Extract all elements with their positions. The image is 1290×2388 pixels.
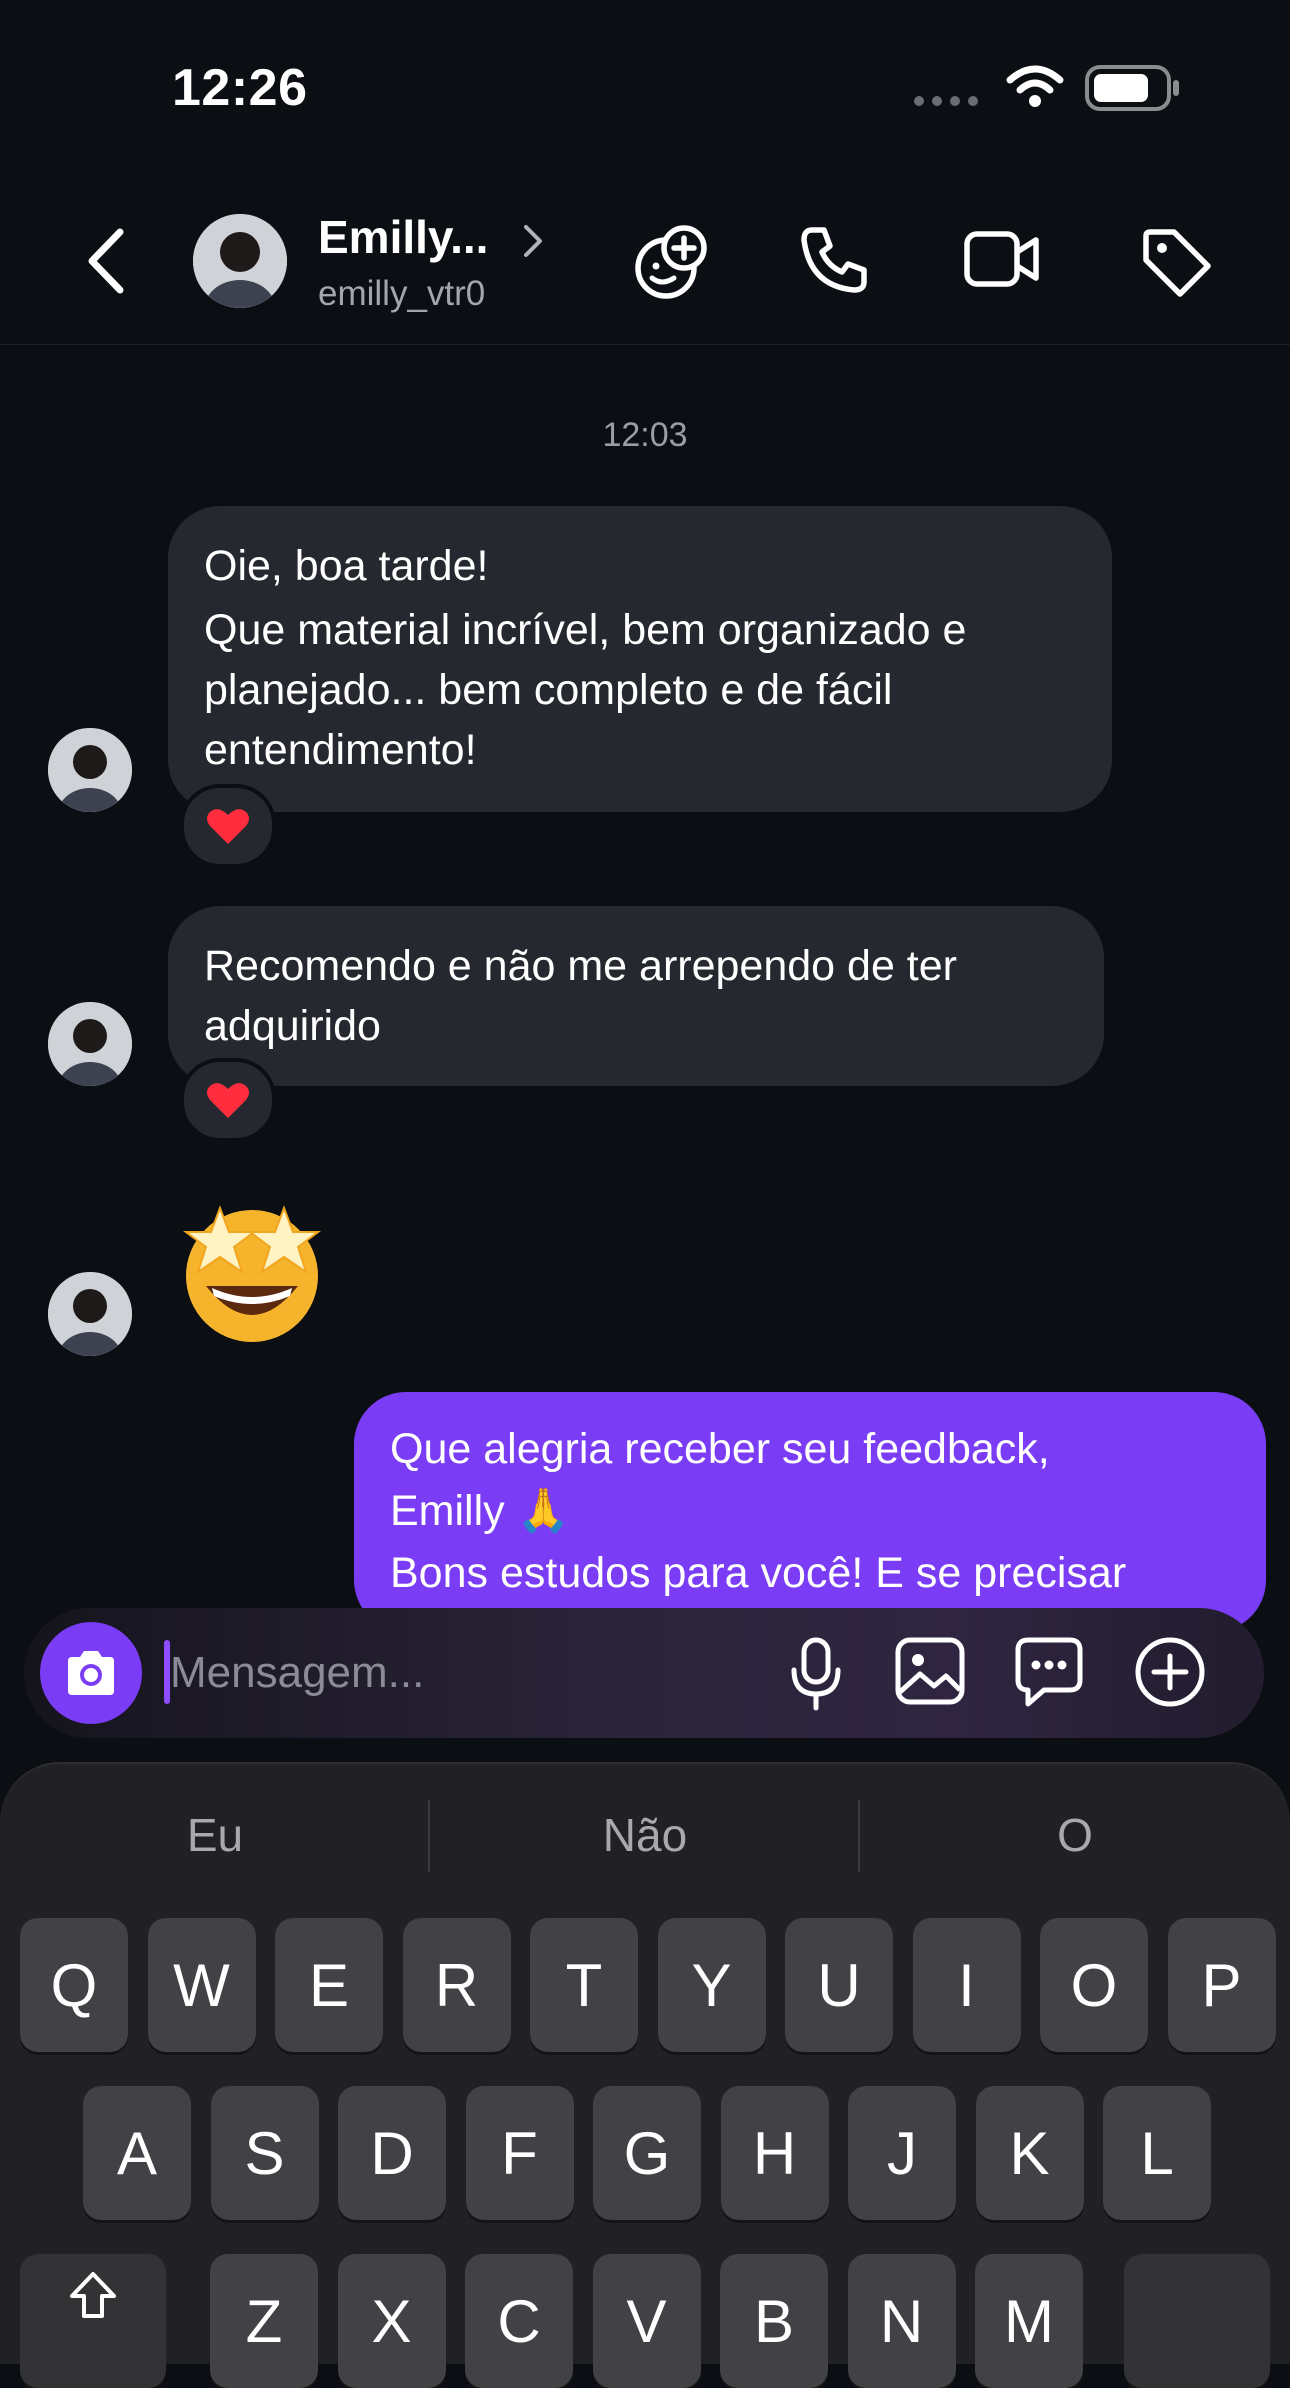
- key-q[interactable]: Q: [20, 1918, 128, 2052]
- heart-reaction[interactable]: [180, 784, 276, 868]
- key-s[interactable]: S: [210, 2086, 319, 2220]
- key-i[interactable]: I: [912, 1918, 1021, 2052]
- delete-key[interactable]: [1124, 2254, 1270, 2388]
- video-camera-icon[interactable]: [964, 228, 1040, 290]
- wifi-icon: [1006, 65, 1064, 107]
- key-t[interactable]: T: [530, 1918, 638, 2052]
- signal-dots-icon: [914, 96, 978, 106]
- message-text: Bons estudos para você! E se precisar: [390, 1549, 1127, 1597]
- status-time: 12:26: [172, 59, 308, 117]
- battery-icon: [1085, 65, 1179, 111]
- key-o[interactable]: O: [1040, 1918, 1148, 2052]
- shift-key[interactable]: [20, 2254, 166, 2388]
- key-g[interactable]: G: [593, 2086, 701, 2220]
- key-n[interactable]: N: [847, 2254, 956, 2388]
- key-x[interactable]: X: [337, 2254, 446, 2388]
- microphone-icon[interactable]: [788, 1636, 844, 1712]
- message-text: Que material incrível, bem organizado e: [204, 606, 967, 654]
- back-icon[interactable]: [84, 226, 128, 296]
- key-c[interactable]: C: [465, 2254, 573, 2388]
- message-text: adquirido: [204, 1002, 381, 1050]
- key-a[interactable]: A: [83, 2086, 191, 2220]
- message-text: Recomendo e não me arrependo de ter: [204, 942, 957, 990]
- tag-icon[interactable]: [1140, 226, 1212, 298]
- add-effect-icon[interactable]: [632, 222, 712, 302]
- key-z[interactable]: Z: [210, 2254, 318, 2388]
- heart-icon: [207, 1083, 249, 1118]
- heart-icon: [207, 809, 249, 844]
- chevron-right-icon[interactable]: [522, 224, 544, 258]
- key-b[interactable]: B: [720, 2254, 828, 2388]
- message-timestamp: 12:03: [602, 416, 688, 454]
- key-l[interactable]: L: [1103, 2086, 1211, 2220]
- contact-name[interactable]: Emilly...: [318, 210, 488, 264]
- sender-avatar[interactable]: [48, 1272, 132, 1356]
- heart-reaction[interactable]: [180, 1058, 276, 1142]
- star-struck-emoji-message[interactable]: [172, 1194, 332, 1346]
- key-r[interactable]: R: [402, 1918, 511, 2052]
- contact-avatar[interactable]: [193, 214, 287, 308]
- message-bubble[interactable]: Recomendo e não me arrependo de ter adqu…: [168, 906, 1104, 1086]
- sender-avatar[interactable]: [48, 728, 132, 812]
- message-input[interactable]: [168, 1636, 732, 1710]
- key-p[interactable]: P: [1167, 1918, 1276, 2052]
- suggestion-2[interactable]: Não: [430, 1808, 860, 1862]
- message-text: planejado... bem completo e de fácil: [204, 666, 893, 714]
- key-k[interactable]: K: [975, 2086, 1084, 2220]
- shift-icon: [70, 2272, 116, 2318]
- message-text: Que alegria receber seu feedback,: [390, 1425, 1050, 1473]
- contact-username: emilly_vtr0: [318, 274, 486, 313]
- outgoing-message-bubble[interactable]: Que alegria receber seu feedback, Emilly…: [354, 1392, 1266, 1632]
- sender-avatar[interactable]: [48, 1002, 132, 1086]
- key-j[interactable]: J: [848, 2086, 956, 2220]
- key-w[interactable]: W: [147, 1918, 256, 2052]
- key-f[interactable]: F: [465, 2086, 574, 2220]
- message-text: Oie, boa tarde!: [204, 542, 489, 590]
- sticker-icon[interactable]: [1014, 1636, 1084, 1708]
- gallery-icon[interactable]: [894, 1636, 966, 1706]
- key-m[interactable]: M: [975, 2254, 1083, 2388]
- message-text: Emilly 🙏: [390, 1487, 571, 1535]
- message-bubble[interactable]: Oie, boa tarde! Que material incrível, b…: [168, 506, 1112, 812]
- key-y[interactable]: Y: [657, 1918, 766, 2052]
- key-e[interactable]: E: [275, 1918, 383, 2052]
- key-v[interactable]: V: [592, 2254, 701, 2388]
- key-d[interactable]: D: [338, 2086, 446, 2220]
- key-h[interactable]: H: [720, 2086, 829, 2220]
- plus-icon[interactable]: [1134, 1636, 1206, 1708]
- camera-icon: [68, 1651, 114, 1695]
- camera-button[interactable]: [40, 1622, 142, 1724]
- suggestion-3[interactable]: O: [860, 1808, 1290, 1862]
- suggestion-1[interactable]: Eu: [0, 1808, 430, 1862]
- phone-icon[interactable]: [798, 224, 870, 296]
- message-text: entendimento!: [204, 726, 477, 774]
- key-u[interactable]: U: [785, 1918, 893, 2052]
- star-struck-emoji-icon: [183, 1205, 321, 1342]
